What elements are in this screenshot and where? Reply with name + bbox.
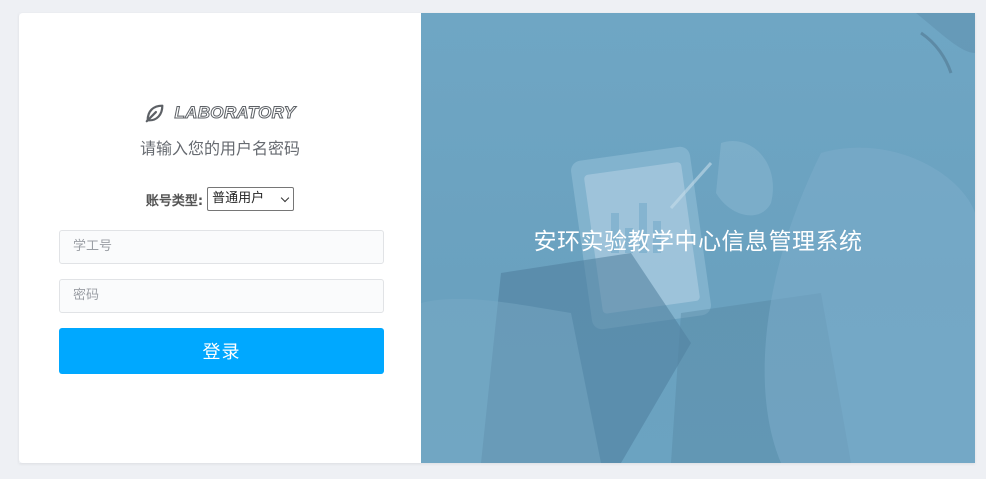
account-type-label: 账号类型: bbox=[145, 193, 204, 209]
brand-logo: LABORATORY bbox=[19, 102, 421, 124]
brand-name: LABORATORY bbox=[174, 103, 296, 123]
username-placeholder: 学工号 bbox=[73, 239, 113, 254]
chevron-down-icon bbox=[280, 193, 290, 203]
login-panel: LABORATORY 请输入您的用户名密码 账号类型: 普通用户 学工号 密码 … bbox=[19, 13, 421, 463]
login-card: LABORATORY 请输入您的用户名密码 账号类型: 普通用户 学工号 密码 … bbox=[19, 13, 975, 463]
account-type-value: 普通用户 bbox=[212, 191, 265, 206]
system-title: 安环实验教学中心信息管理系统 bbox=[533, 229, 863, 255]
username-input[interactable]: 学工号 bbox=[59, 230, 384, 264]
account-type-row: 账号类型: 普通用户 bbox=[19, 187, 421, 211]
login-button[interactable]: 登录 bbox=[59, 328, 384, 374]
password-input[interactable]: 密码 bbox=[59, 279, 384, 313]
login-subtitle: 请输入您的用户名密码 bbox=[139, 139, 300, 158]
password-placeholder: 密码 bbox=[73, 288, 100, 303]
leaf-icon bbox=[146, 104, 164, 123]
account-type-select[interactable]: 普通用户 bbox=[207, 187, 295, 211]
hero-panel: 安环实验教学中心信息管理系统 bbox=[421, 13, 975, 463]
